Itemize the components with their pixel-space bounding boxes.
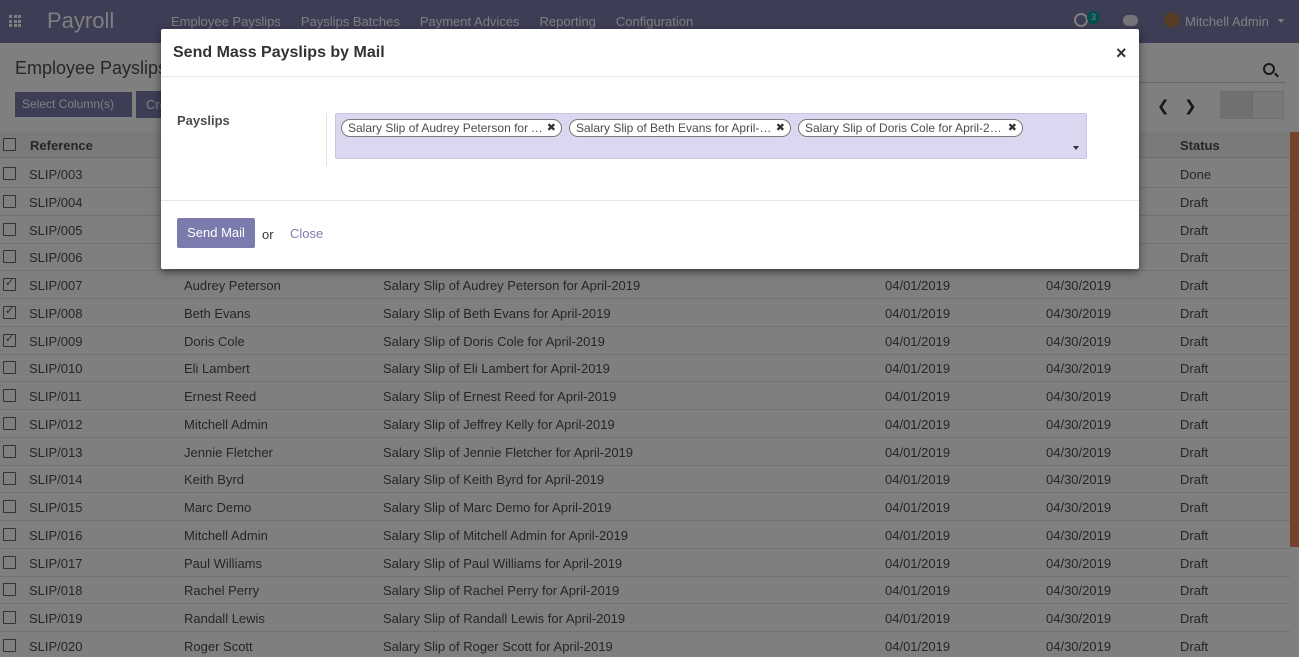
payslip-tag: Salary Slip of Audrey Peterson for April… [341,119,562,137]
field-divider [326,113,327,166]
dialog-title: Send Mass Payslips by Mail [173,44,385,61]
payslip-tag-label: Salary Slip of Audrey Peterson for April… [348,121,544,135]
send-mail-button[interactable]: Send Mail [177,218,255,248]
remove-tag-icon[interactable]: ✖ [1008,121,1017,134]
payslip-tag-label: Salary Slip of Beth Evans for April-2019 [576,121,773,135]
send-mass-payslips-dialog: Send Mass Payslips by Mail × Payslips Sa… [161,29,1139,269]
payslips-field-label: Payslips [177,113,230,128]
dialog-header: Send Mass Payslips by Mail × [161,29,1139,77]
close-icon[interactable]: × [1116,43,1127,64]
dialog-footer: Send Mail or Close [161,200,1139,269]
payslips-many2many-input[interactable]: Salary Slip of Audrey Peterson for April… [335,113,1087,159]
payslip-tag: Salary Slip of Doris Cole for April-2019… [798,119,1023,137]
chevron-down-icon[interactable] [1073,146,1079,150]
or-separator: or [262,227,274,242]
close-link[interactable]: Close [290,226,323,241]
remove-tag-icon[interactable]: ✖ [547,121,556,134]
remove-tag-icon[interactable]: ✖ [776,121,785,134]
payslip-tag-label: Salary Slip of Doris Cole for April-2019 [805,121,1005,135]
payslip-tag: Salary Slip of Beth Evans for April-2019… [569,119,791,137]
